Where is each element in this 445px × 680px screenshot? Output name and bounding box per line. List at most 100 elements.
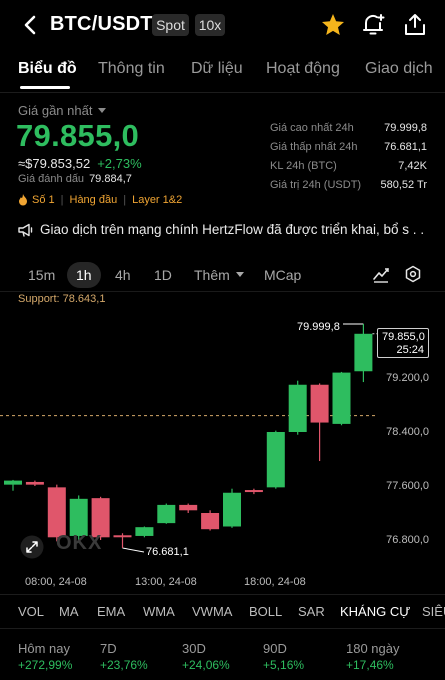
- stat-label-high: Giá cao nhất 24h: [270, 122, 354, 134]
- perf-label-90d: 90D: [263, 641, 287, 656]
- current-price-tag: 79.855,0 25:24: [377, 328, 429, 358]
- announcement-bar[interactable]: Giao dịch trên mạng chính HertzFlow đã đ…: [18, 222, 428, 237]
- candle-body: [288, 384, 307, 432]
- stat-label-volume: KL 24h (BTC): [270, 160, 337, 172]
- fire-icon: [19, 194, 27, 206]
- y-tick-label: 79.200,0: [386, 372, 429, 384]
- stat-label-low: Giá thấp nhất 24h: [270, 141, 358, 153]
- chart-settings-icon[interactable]: [404, 265, 422, 283]
- y-tick-label: 77.600,0: [386, 480, 429, 492]
- tab-chart[interactable]: Biểu đồ: [18, 60, 77, 78]
- candles: [4, 324, 373, 549]
- stat-value-volume: 7,42K: [398, 160, 427, 172]
- announcement-text: Giao dịch trên mạng chính HertzFlow đã đ…: [40, 222, 425, 237]
- pair-title[interactable]: BTC/USDT: [50, 13, 153, 36]
- perf-label-30d: 30D: [182, 641, 206, 656]
- tag-rank[interactable]: Số 1: [32, 194, 55, 206]
- perf-label-180d: 180 ngày: [346, 641, 400, 656]
- tab-info[interactable]: Thông tin: [98, 60, 165, 78]
- candle-body: [310, 384, 329, 423]
- candle-body: [244, 490, 263, 493]
- indicator-vol[interactable]: VOL: [18, 604, 44, 619]
- candle-body: [25, 481, 44, 485]
- top-bar: BTC/USDT Spot 10x: [0, 0, 445, 50]
- fullscreen-icon[interactable]: [20, 535, 44, 559]
- indicator-resistance[interactable]: KHÁNG CỰ: [340, 604, 410, 619]
- tag-separator: |: [60, 194, 64, 206]
- usd-value: ≈$79.853,52: [18, 156, 91, 171]
- perf-value-30d: +24,06%: [182, 658, 230, 672]
- tab-data[interactable]: Dữ liệu: [191, 60, 243, 78]
- timeframe-4h[interactable]: 4h: [115, 267, 131, 283]
- timeframe-1d[interactable]: 1D: [154, 267, 172, 283]
- candle-body: [354, 333, 373, 372]
- leverage-badge[interactable]: 10x: [195, 14, 225, 36]
- indicator-boll[interactable]: BOLL: [249, 604, 282, 619]
- watermark: OKX: [56, 532, 103, 554]
- candle-body: [4, 480, 22, 485]
- last-price-selector[interactable]: Giá gần nhất: [18, 103, 107, 118]
- candle-body: [135, 527, 154, 536]
- indicator-ema[interactable]: EMA: [97, 604, 125, 619]
- candle-body: [69, 498, 88, 536]
- x-tick-label: 08:00, 24-08: [25, 576, 87, 588]
- divider: [0, 628, 445, 629]
- tag-layer[interactable]: Layer 1&2: [132, 194, 182, 206]
- price-sub-row: ≈$79.853,52 +2,73%: [18, 156, 142, 171]
- candle-body: [223, 492, 241, 527]
- timeframe-mcap[interactable]: MCap: [264, 267, 301, 283]
- indicator-vwma[interactable]: VWMA: [192, 604, 232, 619]
- perf-value-today: +272,99%: [18, 658, 73, 672]
- candle-body: [179, 504, 198, 511]
- timeframe-more[interactable]: Thêm: [194, 267, 245, 283]
- indicator-chart-icon[interactable]: [372, 265, 390, 283]
- candle-body: [201, 513, 220, 530]
- candle-body: [157, 504, 176, 524]
- caret-down-icon: [98, 107, 107, 113]
- candle-body: [332, 372, 351, 424]
- indicator-sar[interactable]: SAR: [298, 604, 325, 619]
- y-tick-label: 78.400,0: [386, 426, 429, 438]
- perf-label-today: Hôm nay: [18, 641, 71, 656]
- low-pointer: [122, 547, 145, 553]
- back-icon[interactable]: [20, 12, 42, 38]
- indicator-super[interactable]: SIÊU: [422, 604, 445, 619]
- divider: [0, 594, 445, 595]
- timeframe-1h[interactable]: 1h: [76, 267, 92, 283]
- indicator-ma[interactable]: MA: [59, 604, 79, 619]
- perf-value-90d: +5,16%: [263, 658, 305, 672]
- megaphone-icon: [18, 223, 33, 237]
- market-type-badge: Spot: [152, 14, 189, 36]
- tab-activity[interactable]: Hoạt động: [266, 60, 340, 78]
- last-price: 79.855,0: [16, 118, 140, 153]
- caret-down-icon: [235, 272, 244, 277]
- candle-body: [266, 432, 285, 488]
- tag-top[interactable]: Hàng đầu: [70, 194, 118, 206]
- mark-price-label: Giá đánh dấu: [18, 173, 85, 185]
- y-tick-label: 76.800,0: [386, 534, 429, 546]
- tag-bar: Số 1 | Hàng đầu | Layer 1&2: [18, 194, 182, 206]
- last-price-label: Giá gần nhất: [18, 103, 93, 118]
- x-tick-label: 18:00, 24-08: [244, 576, 306, 588]
- stat-value-turnover: 580,52 Tr: [380, 179, 427, 191]
- alert-bell-icon[interactable]: [360, 12, 386, 38]
- indicator-wma[interactable]: WMA: [143, 604, 175, 619]
- star-icon[interactable]: [320, 12, 346, 38]
- price-change: +2,73%: [97, 156, 142, 171]
- divider: [0, 291, 445, 292]
- low-annotation: 76.681,1: [146, 546, 189, 558]
- tab-trade[interactable]: Giao dịch: [365, 60, 433, 78]
- candle-body: [47, 487, 66, 538]
- perf-value-180d: +17,46%: [346, 658, 394, 672]
- divider: [0, 92, 445, 93]
- stat-value-low: 76.681,1: [384, 141, 427, 153]
- stat-label-turnover: Giá trị 24h (USDT): [270, 179, 362, 191]
- stat-value-high: 79.999,8: [384, 122, 427, 134]
- perf-label-7d: 7D: [100, 641, 117, 656]
- share-icon[interactable]: [402, 12, 428, 38]
- current-price-value: 79.855,0: [382, 331, 425, 343]
- active-tab-indicator: [20, 86, 70, 89]
- timeframe-15m[interactable]: 15m: [28, 267, 55, 283]
- perf-value-7d: +23,76%: [100, 658, 148, 672]
- timeframe-more-label: Thêm: [194, 267, 230, 283]
